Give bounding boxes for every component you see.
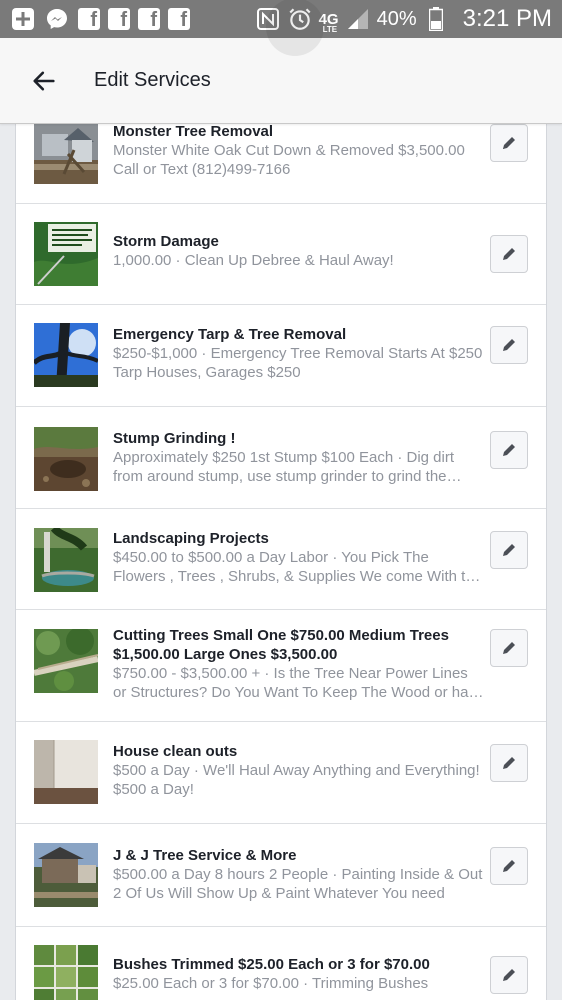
facebook-icon: f: [138, 8, 160, 30]
service-title: House clean outs: [113, 743, 238, 760]
pencil-icon: [503, 642, 515, 654]
service-title: Stump Grinding !: [113, 430, 236, 447]
facebook-icon: f: [78, 8, 100, 30]
service-description: $500.00 a Day 8 hours 2 People · Paintin…: [113, 866, 483, 902]
clock: 3:21 PM: [462, 5, 552, 32]
service-thumbnail: [34, 222, 98, 286]
service-title: Landscaping Projects: [113, 530, 269, 547]
edit-service-button[interactable]: [490, 326, 528, 364]
pencil-icon: [503, 544, 515, 556]
service-item[interactable]: Bushes Trimmed $25.00 Each or 3 for $70.…: [16, 927, 546, 1000]
service-description: $750.00 - $3,500.00 + · Is the Tree Near…: [113, 665, 485, 701]
service-item[interactable]: Cutting Trees Small One $750.00 Medium T…: [16, 610, 546, 722]
service-thumbnail: [34, 427, 98, 491]
pencil-icon: [503, 860, 515, 872]
service-thumbnail: [34, 945, 98, 1000]
edit-service-button[interactable]: [490, 956, 528, 994]
service-item[interactable]: J & J Tree Service & More $500.00 a Day …: [16, 824, 546, 927]
service-title: Cutting Trees Small One $750.00 Medium T…: [113, 627, 449, 663]
edit-service-button[interactable]: [490, 235, 528, 273]
service-description: Monster White Oak Cut Down & Removed $3,…: [113, 142, 465, 178]
edit-service-button[interactable]: [490, 124, 528, 162]
back-button[interactable]: [28, 65, 60, 97]
service-item[interactable]: Landscaping Projects $450.00 to $500.00 …: [16, 509, 546, 610]
edit-service-button[interactable]: [490, 629, 528, 667]
service-thumbnail: [34, 629, 98, 693]
service-description: $250-$1,000 · Emergency Tree Removal Sta…: [113, 345, 483, 381]
touch-ripple: [266, 0, 324, 56]
edit-service-button[interactable]: [490, 744, 528, 782]
service-thumbnail: [34, 120, 98, 184]
services-list: Monster Tree Removal Monster White Oak C…: [15, 100, 547, 1000]
service-item[interactable]: Emergency Tarp & Tree Removal $250-$1,00…: [16, 305, 546, 407]
service-description: 1,000.00 · Clean Up Debree & Haul Away!: [113, 252, 394, 269]
service-title: J & J Tree Service & More: [113, 847, 297, 864]
arrow-left-icon: [33, 71, 55, 90]
service-title: Monster Tree Removal: [113, 123, 274, 140]
service-item[interactable]: Storm Damage 1,000.00 · Clean Up Debree …: [16, 204, 546, 305]
messenger-icon: [44, 6, 70, 32]
pencil-icon: [503, 757, 515, 769]
service-description: $450.00 to $500.00 a Day Labor · You Pic…: [113, 549, 483, 585]
battery-percent: 40%: [376, 7, 417, 30]
edit-service-button[interactable]: [490, 531, 528, 569]
pencil-icon: [503, 444, 515, 456]
service-description: $25.00 Each or 3 for $70.00 · Trimming B…: [113, 975, 429, 992]
service-item[interactable]: House clean outs $500 a Day · We'll Haul…: [16, 722, 546, 824]
service-title: Emergency Tarp & Tree Removal: [113, 326, 347, 343]
service-title: Storm Damage: [113, 233, 219, 250]
edit-service-button[interactable]: [490, 431, 528, 469]
service-thumbnail: [34, 323, 98, 387]
page-title: Edit Services: [94, 69, 211, 91]
signal-icon: [345, 6, 371, 32]
service-description: $500 a Day · We'll Haul Away Anything an…: [113, 762, 480, 798]
pencil-icon: [503, 339, 515, 351]
pencil-icon: [503, 969, 515, 981]
battery-icon: [423, 6, 449, 32]
service-item[interactable]: Stump Grinding ! Approximately $250 1st …: [16, 407, 546, 509]
pencil-icon: [503, 248, 515, 260]
service-thumbnail: [34, 528, 98, 592]
edit-service-button[interactable]: [490, 847, 528, 885]
facebook-icon: f: [108, 8, 130, 30]
add-notification-icon: [10, 6, 36, 32]
service-thumbnail: [34, 740, 98, 804]
facebook-icon: f: [168, 8, 190, 30]
pencil-icon: [503, 137, 515, 149]
service-thumbnail: [34, 843, 98, 907]
service-title: Bushes Trimmed $25.00 Each or 3 for $70.…: [113, 956, 430, 973]
service-description: Approximately $250 1st Stump $100 Each ·…: [113, 449, 455, 485]
network-sublabel: LTE: [322, 24, 338, 34]
